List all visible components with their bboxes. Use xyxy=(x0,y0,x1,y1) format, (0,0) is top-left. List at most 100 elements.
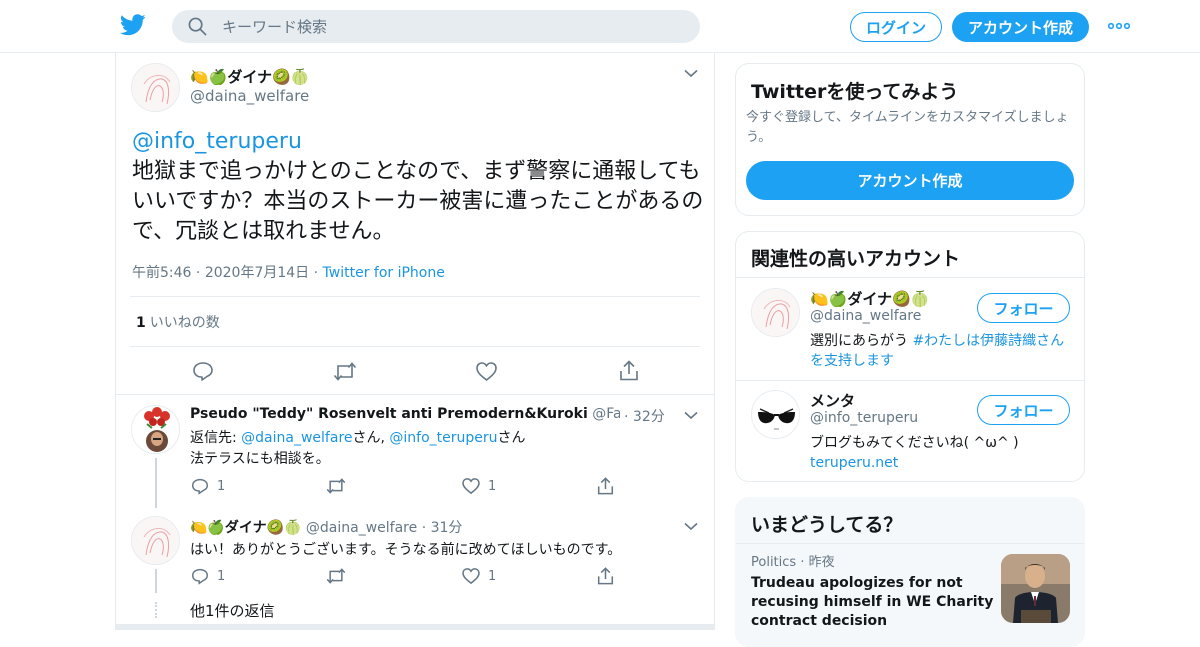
like-action[interactable]: 1 xyxy=(462,478,496,494)
follow-button[interactable]: フォロー xyxy=(977,395,1070,425)
display-name[interactable]: 🍋🍏ダイナ🥝🍈 xyxy=(190,66,309,87)
user-handle[interactable]: @daina_welfare xyxy=(306,520,417,536)
thread-line xyxy=(155,569,157,593)
avatar[interactable] xyxy=(751,390,800,439)
tweet-body: 地獄まで追っかけとのことなので、まず警察に通報してもいいですか？本当のストーカー… xyxy=(132,159,704,244)
display-name[interactable]: 🍋🍏ダイナ🥝🍈 xyxy=(810,288,929,309)
display-name[interactable]: Pseudo "Teddy" Rosenvelt anti Premodern&… xyxy=(190,406,588,422)
mention-link[interactable]: @info_teruperu xyxy=(132,127,712,157)
search-icon xyxy=(188,17,207,36)
card-title: Twitterを使ってみよう xyxy=(751,81,959,103)
avatar-portrait-icon xyxy=(132,406,179,453)
news-photo-icon xyxy=(1001,554,1070,623)
signup-button[interactable]: アカウント作成 xyxy=(746,161,1074,200)
trend-meta: Politics · 昨夜 xyxy=(751,555,835,570)
avatar-sunglasses-icon xyxy=(752,391,799,438)
user-handle[interactable]: @daina_welfare xyxy=(190,87,309,105)
avatar-sketch-icon xyxy=(132,64,179,111)
avatar-sketch-icon xyxy=(132,517,179,564)
search-input[interactable] xyxy=(222,10,682,43)
trend-thumbnail[interactable] xyxy=(1001,554,1070,623)
reply-action[interactable]: 1 xyxy=(191,478,225,495)
divider xyxy=(736,380,1084,381)
user-handle[interactable]: @daina_welfare xyxy=(810,308,921,324)
twitter-logo-icon[interactable] xyxy=(120,14,146,36)
trend-category: Politics xyxy=(751,555,797,570)
retweet-icon[interactable] xyxy=(326,478,346,494)
divider xyxy=(130,346,700,347)
tweet-time[interactable]: 午前5:46 xyxy=(132,265,191,281)
display-name[interactable]: メンタ xyxy=(810,390,855,411)
user-handle[interactable]: @FakeRos... xyxy=(592,406,620,422)
reply-icon[interactable] xyxy=(192,361,214,382)
heart-icon[interactable] xyxy=(462,478,480,494)
like-count-label: いいねの数 xyxy=(149,315,220,331)
reply-text: はい！ありがとうございます。そうなる前に改めてほしいものです。 xyxy=(190,542,622,558)
tweet-source[interactable]: Twitter for iPhone xyxy=(323,265,445,281)
divider xyxy=(116,624,714,630)
share-icon[interactable] xyxy=(597,567,614,585)
chevron-down-icon[interactable] xyxy=(684,69,698,78)
more-dots-icon[interactable] xyxy=(1108,22,1130,30)
main-column: 🍋🍏ダイナ🥝🍈 @daina_welfare @info_teruperu 地獄… xyxy=(115,53,715,630)
heart-icon[interactable] xyxy=(462,568,480,584)
avatar[interactable] xyxy=(751,288,800,337)
like-count: 1 xyxy=(136,315,146,331)
like-count: 1 xyxy=(488,478,497,494)
tweet-meta: 午前5:46 · 2020年7月14日 · Twitter for iPhone xyxy=(132,265,445,281)
avatar-sketch-icon xyxy=(752,289,799,336)
avatar[interactable] xyxy=(131,63,180,112)
like-count-stat[interactable]: 1 いいねの数 xyxy=(136,312,220,332)
login-button[interactable]: ログイン xyxy=(850,12,942,42)
reply-count: 1 xyxy=(217,569,226,584)
share-icon[interactable] xyxy=(597,477,614,495)
account-bio: 選別にあらがう #わたしは伊藤詩織さんを支持します xyxy=(810,333,1065,369)
trends-card: いまどうしてる？ Politics · 昨夜 Trudeau apologize… xyxy=(735,497,1085,647)
card-description: 今すぐ登録して、タイムラインをカスタマイズしましょう。 xyxy=(746,110,1069,145)
retweet-icon[interactable] xyxy=(333,362,357,381)
reply-action[interactable]: 1 xyxy=(191,568,225,585)
trend-headline[interactable]: Trudeau apologizes for not recusing hims… xyxy=(751,574,996,631)
reply-icon[interactable] xyxy=(191,478,209,495)
divider xyxy=(116,394,714,395)
display-name[interactable]: 🍋🍏ダイナ🥝🍈 xyxy=(190,520,301,536)
reply-header: 🍋🍏ダイナ🥝🍈 @daina_welfare · 31分 xyxy=(190,517,462,537)
avatar[interactable] xyxy=(131,516,180,565)
related-accounts-card: 関連性の高いアカウント 🍋🍏ダイナ🥝🍈 @daina_welfare フォロー … xyxy=(735,231,1085,482)
thread-line xyxy=(155,458,157,508)
avatar[interactable] xyxy=(131,405,180,454)
card-title: いまどうしてる？ xyxy=(751,514,903,536)
reply-to-mention[interactable]: @daina_welfare xyxy=(241,430,352,446)
retweet-icon[interactable] xyxy=(326,568,346,584)
tweet-date[interactable]: 2020年7月14日 xyxy=(205,265,309,281)
chevron-down-icon[interactable] xyxy=(684,411,698,420)
website-link[interactable]: teruperu.net xyxy=(810,453,1072,473)
share-icon[interactable] xyxy=(619,360,639,381)
follow-button[interactable]: フォロー xyxy=(977,293,1070,323)
divider xyxy=(130,296,700,297)
tweet-text: @info_teruperu 地獄まで追っかけとのことなので、まず警察に通報して… xyxy=(132,127,712,247)
signup-card: Twitterを使ってみよう 今すぐ登録して、タイムラインをカスタマイズしましょ… xyxy=(735,63,1085,216)
reply-header: Pseudo "Teddy" Rosenvelt anti Premodern&… xyxy=(190,406,620,422)
signup-button[interactable]: アカウント作成 xyxy=(952,12,1089,42)
reply-time[interactable]: · 32分 xyxy=(624,406,665,426)
reply-to-mention[interactable]: @info_teruperu xyxy=(389,430,497,446)
reply-count: 1 xyxy=(217,479,226,494)
card-title: 関連性の高いアカウント xyxy=(751,248,961,270)
chevron-down-icon[interactable] xyxy=(684,522,698,531)
divider xyxy=(736,277,1084,278)
reply-icon[interactable] xyxy=(191,568,209,585)
show-more-replies-link[interactable]: 他1件の返信 xyxy=(190,600,275,621)
thread-dots xyxy=(155,602,157,618)
heart-icon[interactable] xyxy=(476,362,497,381)
reply-to-line: 返信先: @daina_welfareさん, @info_teruperuさん xyxy=(190,430,526,446)
reply-time[interactable]: · 31分 xyxy=(422,520,463,536)
like-action[interactable]: 1 xyxy=(462,568,496,584)
trend-time: 昨夜 xyxy=(808,555,835,570)
divider xyxy=(736,543,1084,544)
like-count: 1 xyxy=(488,568,497,584)
user-handle[interactable]: @info_teruperu xyxy=(810,410,918,426)
account-bio: ブログもみてくださいね( ^ω^ ) teruperu.net xyxy=(810,433,1072,473)
search-box[interactable] xyxy=(172,10,700,43)
top-bar: ログイン アカウント作成 xyxy=(0,0,1200,53)
